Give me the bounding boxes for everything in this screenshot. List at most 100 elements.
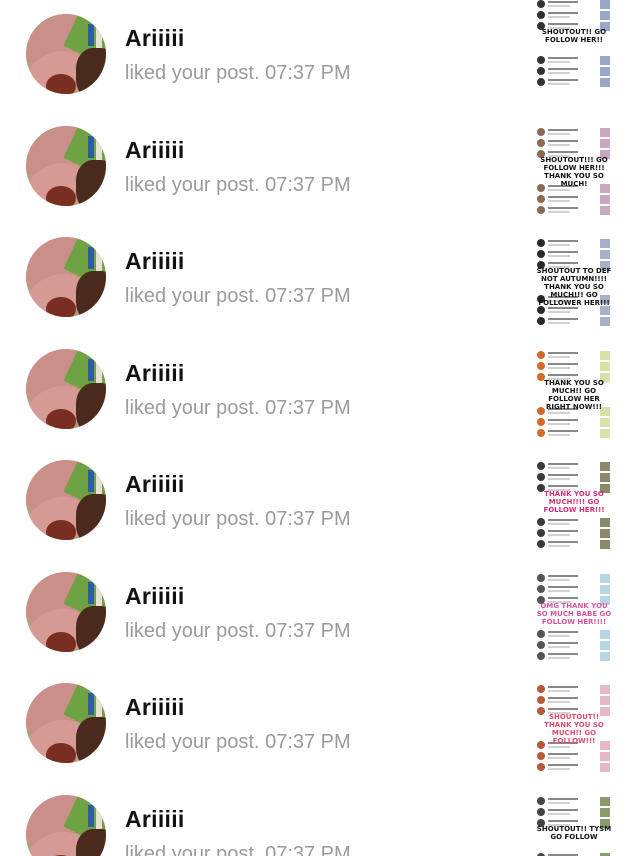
thumbnail-post-square [600,573,610,583]
thumbnail-list-line [537,651,599,660]
thumbnail-text-bar [548,519,578,521]
thumbnail-text-bar [548,307,578,309]
thumbnail-avatar-dot [537,629,545,638]
avatar[interactable] [26,348,106,429]
username[interactable]: Ariiiii [125,25,185,52]
username[interactable]: Ariiiii [125,694,185,721]
notification-row[interactable]: Ariiiii liked your post. 07:37 PM SHOUTO… [0,112,640,224]
notification-row[interactable]: Ariiiii liked your post. 07:37 PM OMG TH… [0,558,640,670]
thumbnail-list-line [537,685,599,693]
post-thumbnail[interactable]: SHOUTOUT TO DEF NOT AUTUMN!!!! THANK YOU… [535,237,613,329]
thumbnail-text-bar [548,808,578,811]
notification-row[interactable]: Ariiiii liked your post. 07:37 PM SHOUTO… [0,669,640,781]
thumbnail-list-line [537,640,599,649]
notification-row[interactable]: Ariiiii liked your post. 07:37 PM THANK … [0,335,640,447]
thumbnail-subtext-bar [548,645,570,648]
thumbnail-text-bar [548,819,578,822]
thumbnail-subtext-bar [548,366,570,369]
avatar[interactable] [26,794,106,856]
thumbnail-text-bar [548,652,578,655]
thumbnail-list-line [537,428,599,437]
thumbnail-list-line [537,752,599,760]
thumbnail-post-square [600,428,610,438]
post-thumbnail[interactable]: THANK YOU SO MUCH!!!! GO FOLLOW HER!!! [535,460,613,552]
post-thumbnail[interactable]: OMG THANK YOU SO MUCH BABE GO FOLLOW HER… [535,571,613,664]
thumbnail-post-square [600,361,610,371]
thumbnail-list-line [537,239,599,247]
thumbnail-subtext-bar [548,656,570,659]
thumbnail-avatar-dot [537,518,545,526]
thumbnail-list-line [537,852,599,856]
avatar[interactable] [26,571,106,652]
avatar[interactable] [26,460,106,540]
thumbnail-list-line [537,540,599,548]
thumbnail-text-bar [548,797,578,800]
thumbnail-list-line [537,250,599,258]
thumbnail-text-bar [548,541,578,543]
thumbnail-list-line [537,807,599,816]
username[interactable]: Ariiiii [125,583,185,610]
thumbnail-text-bar [548,12,578,14]
thumbnail-subtext-bar [548,589,570,592]
username[interactable]: Ariiiii [125,360,185,387]
notification-row[interactable]: Ariiiii liked your post. 07:37 PM SHOUTO… [0,0,640,112]
avatar[interactable] [26,683,106,763]
thumbnail-avatar-dot [537,428,545,437]
thumbnail-list-line [537,350,599,359]
post-thumbnail[interactable]: SHOUTOUT!! THANK YOU SO MUCH!! GO FOLLOW… [535,683,613,775]
thumbnail-subtext-bar [548,812,570,815]
notification-row[interactable]: Ariiiii liked your post. 07:37 PM SHOUTO… [0,781,640,856]
thumbnail-subtext-bar [548,255,570,257]
thumbnail-text-bar [548,139,578,142]
username[interactable]: Ariiiii [125,806,185,833]
notification-list: Ariiiii liked your post. 07:37 PM SHOUTO… [0,0,640,856]
thumbnail-list-line [537,573,599,582]
thumbnail-subtext-bar [548,61,570,63]
avatar[interactable] [26,14,106,94]
thumbnail-subtext-bar [548,534,570,536]
thumbnail-post-square [600,529,610,538]
thumbnail-avatar-dot [537,67,545,75]
thumbnail-list-line [537,584,599,593]
thumbnail-subtext-bar [548,311,570,313]
thumbnail-post-square [600,350,610,360]
thumbnail-text-bar [548,753,578,755]
thumbnail-caption: OMG THANK YOU SO MUCH BABE GO FOLLOW HER… [536,601,612,626]
thumbnail-text-bar [548,251,578,253]
avatar[interactable] [26,125,106,206]
thumbnail-subtext-bar [548,411,570,414]
username[interactable]: Ariiiii [125,248,185,275]
thumbnail-post-square [600,462,610,471]
thumbnail-text-bar [548,697,578,699]
post-thumbnail[interactable]: SHOUTOUT!! TYSM GO FOLLOW [535,794,613,856]
thumbnail-subtext-bar [548,244,570,246]
thumbnail-subtext-bar [548,322,570,324]
thumbnail-post-square [600,518,610,527]
thumbnail-avatar-dot [537,78,545,86]
avatar[interactable] [26,237,106,317]
notification-row[interactable]: Ariiiii liked your post. 07:37 PM THANK … [0,446,640,558]
thumbnail-text-bar [548,68,578,70]
thumbnail-list-line [537,138,599,147]
thumbnail-avatar-dot [537,651,545,660]
thumbnail-list-line [537,696,599,704]
post-thumbnail[interactable]: SHOUTOUT!!! GO FOLLOW HER!!! THANK YOU S… [535,125,613,218]
thumbnail-text-bar [548,318,578,320]
post-thumbnail[interactable]: SHOUTOUT!! GO FOLLOW HER!! [535,0,613,90]
thumbnail-subtext-bar [548,422,570,425]
thumbnail-post-square [600,0,610,9]
username[interactable]: Ariiiii [125,471,185,498]
thumbnail-post-square [600,807,610,817]
thumbnail-subtext-bar [548,16,570,18]
thumbnail-text-bar [548,530,578,532]
post-thumbnail[interactable]: THANK YOU SO MUCH!! GO FOLLOW HER RIGHT … [535,348,613,441]
thumbnail-text-bar [548,418,578,421]
activity-text: liked your post. 07:37 PM [125,508,351,530]
thumbnail-list-line [537,11,599,19]
thumbnail-subtext-bar [548,478,570,480]
thumbnail-text-bar [548,474,578,476]
notification-row[interactable]: Ariiiii liked your post. 07:37 PM SHOUTO… [0,223,640,335]
username[interactable]: Ariiiii [125,137,185,164]
thumbnail-avatar-dot [537,462,545,470]
thumbnail-avatar-dot [537,350,545,359]
